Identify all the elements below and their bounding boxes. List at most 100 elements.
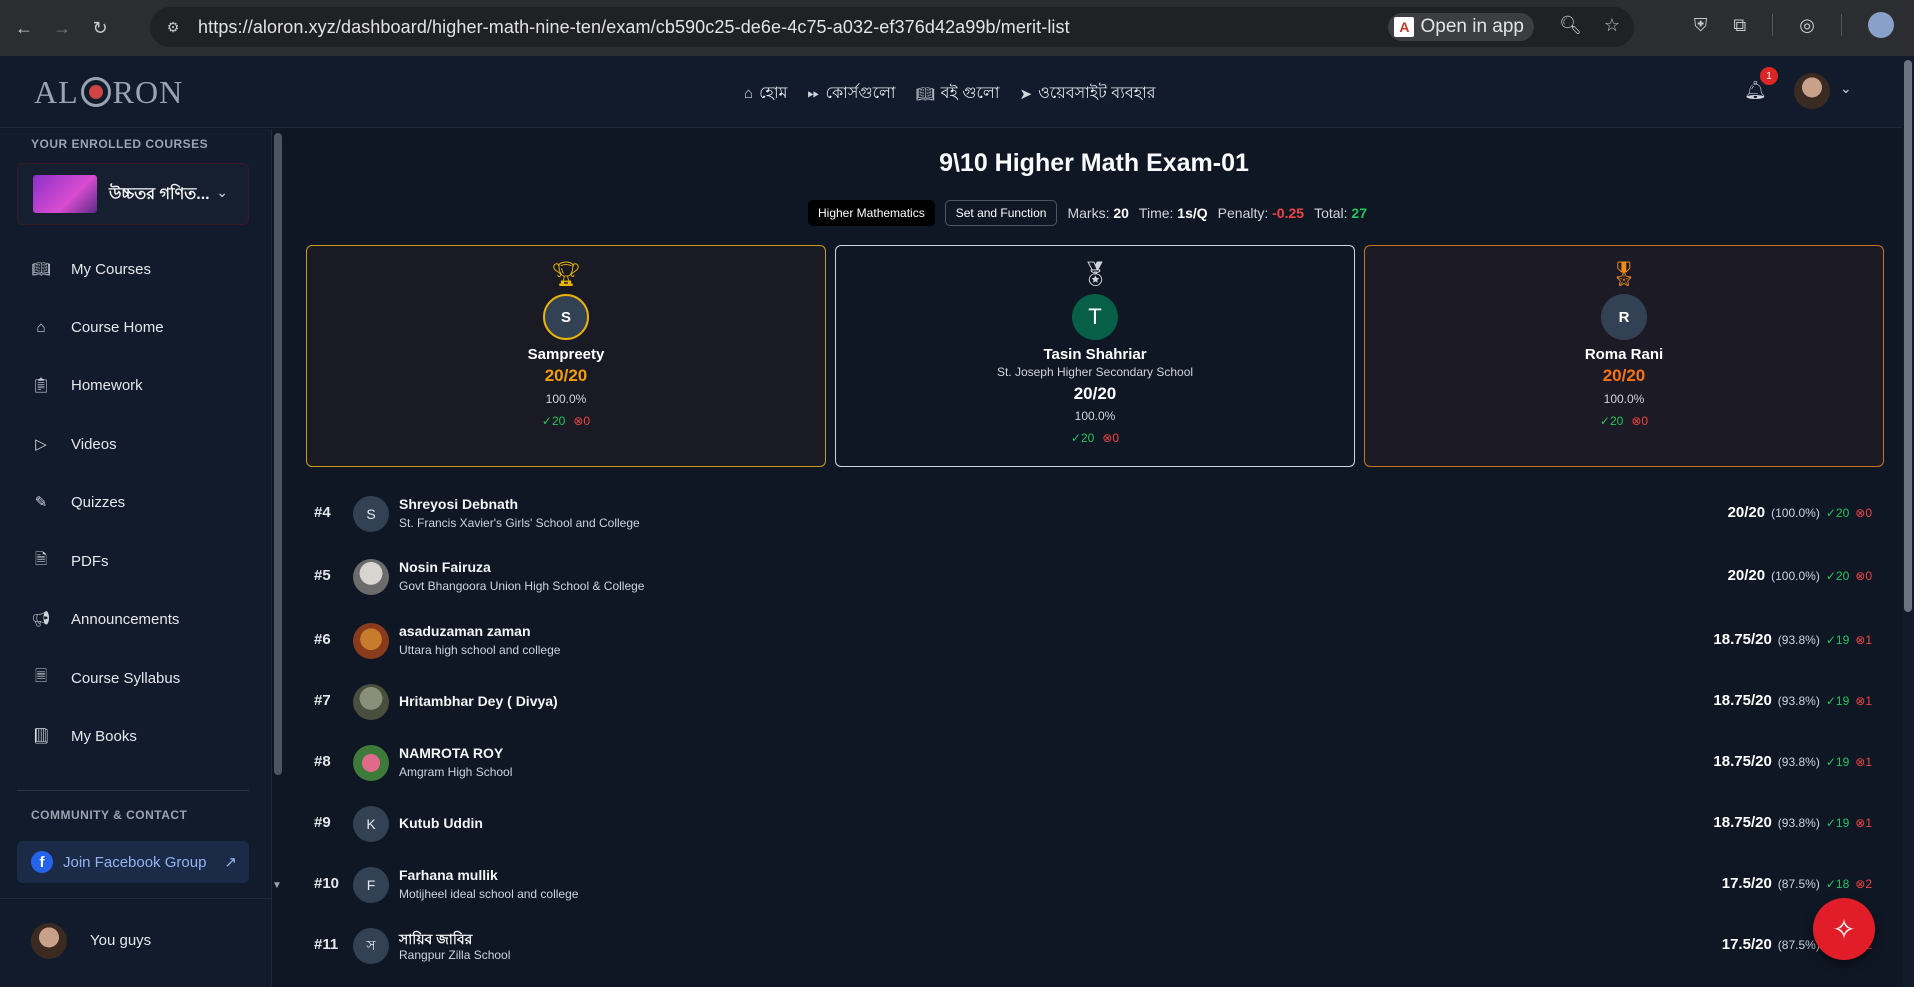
merit-row[interactable]: #7 Hritambhar Dey ( Divya) 18.75/20 (93.8… [306, 672, 1882, 732]
page-scrollbar[interactable] [1904, 60, 1912, 612]
chevron-down-icon: ⌄ [216, 184, 228, 200]
nav-books[interactable]: 📖︎ বই গুলো [916, 80, 1000, 107]
extensions-icon[interactable]: ⧉ [1733, 15, 1746, 36]
sidebar-item-my-courses[interactable]: 📖︎ My Courses [31, 257, 151, 281]
sidebar-item-homework[interactable]: 📋︎ Homework [31, 373, 142, 397]
ai-assistant-button[interactable]: ✧ [1813, 898, 1875, 960]
podium-avatar: T [1072, 294, 1118, 340]
rank: #11 [314, 936, 339, 953]
zoom-icon[interactable]: 🔍︎ [1559, 15, 1582, 36]
marks-info: Marks: 20 [1067, 205, 1129, 221]
student-school: Amgram High School [399, 765, 513, 779]
student-name: Nosin Fairuza [399, 559, 491, 575]
sidebar-item-my-books[interactable]: 📕︎ My Books [31, 724, 137, 748]
megaphone-icon: 📢︎ [31, 611, 51, 628]
row-score: 18.75/20 (93.8%) ✓19 ⊗1 [1713, 814, 1872, 831]
chevron-down-icon[interactable]: ⌄ [1840, 80, 1852, 97]
shield-extension-icon[interactable]: ⛨ [1694, 15, 1708, 36]
student-school: St. Francis Xavier's Girls' School and C… [399, 516, 640, 530]
nav-home[interactable]: ⌂ হোম [744, 80, 787, 107]
url-text[interactable]: https://aloron.xyz/dashboard/higher-math… [198, 17, 1070, 38]
avatar [353, 623, 389, 659]
row-score: 18.75/20 (93.8%) ✓19 ⊗1 [1713, 753, 1872, 770]
sidebar-item-course-syllabus[interactable]: 🗏 Course Syllabus [31, 666, 180, 690]
aloron-logo[interactable]: AL RON [34, 74, 183, 110]
rank: #8 [314, 753, 331, 770]
forward-icon[interactable]: → [48, 14, 76, 42]
avatar [353, 559, 389, 595]
address-bar[interactable]: ⚙ https://aloron.xyz/dashboard/higher-ma… [150, 7, 1634, 47]
sidebar-item-label: My Courses [71, 260, 152, 278]
rank: #5 [314, 567, 331, 584]
podium-percentage: 100.0% [1603, 392, 1645, 406]
merit-row[interactable]: #11 স সায়িব জাবির Rangpur Zilla School … [306, 916, 1882, 976]
podium-avatar: S [543, 294, 589, 340]
exam-title: 9\10 Higher Math Exam-01 [939, 149, 1249, 177]
book-icon: 📖︎ [915, 85, 935, 103]
join-facebook-group-button[interactable]: f Join Facebook Group ↗ [17, 841, 249, 883]
user-avatar[interactable] [1794, 73, 1830, 109]
student-name: Kutub Uddin [399, 815, 483, 831]
toolbar-divider [1841, 14, 1842, 36]
podium-name: Sampreety [527, 346, 605, 363]
merit-row[interactable]: #6 asaduzaman zaman Uttara high school a… [306, 611, 1882, 671]
student-name: NAMROTA ROY [399, 745, 504, 761]
community-title: COMMUNITY & CONTACT [31, 808, 188, 822]
file-text-icon: 🗏 [34, 667, 48, 685]
student-name: Hritambhar Dey ( Divya) [399, 693, 558, 709]
sidebar-item-announcements[interactable]: 📢︎ Announcements [31, 607, 179, 631]
external-link-icon: ↗ [224, 854, 237, 871]
sparkle-icon: ✧ [1832, 913, 1856, 945]
browser-profile-avatar[interactable] [1868, 12, 1894, 38]
site-settings-icon[interactable]: ⚙ [162, 16, 184, 38]
nav-website-usage-label: ওয়েবসাইট ব্যবহার [1038, 85, 1156, 102]
open-in-app-button[interactable]: A Open in app [1388, 13, 1534, 41]
podium-first-place[interactable]: 🏆︎ S Sampreety 20/20 100.0% ✓20 ⊗0 [306, 245, 826, 467]
podium-third-place[interactable]: 🎖︎ R Roma Rani 20/20 100.0% ✓20 ⊗0 [1364, 245, 1884, 467]
scroll-down-arrow-icon[interactable]: ▼ [272, 880, 282, 891]
sidebar-footer: You guys [0, 898, 272, 987]
sidebar-item-label: Course Home [71, 318, 164, 336]
avatar: S [353, 496, 389, 532]
back-icon[interactable]: ← [10, 14, 38, 42]
podium-percentage: 100.0% [1074, 409, 1116, 423]
student-school: Govt Bhangoora Union High School & Colle… [399, 579, 645, 593]
nav-website-usage[interactable]: ➤ ওয়েবসাইট ব্যবহার [1019, 80, 1155, 107]
sidebar-item-course-home[interactable]: ⌂ Course Home [31, 315, 164, 339]
rank: #10 [314, 875, 340, 892]
merit-row[interactable]: #10 F Farhana mullik Motijheel ideal sch… [306, 855, 1882, 915]
podium-score: 20/20 [1602, 366, 1646, 385]
app-header: AL RON ⌂ হোম ⏩︎ কোর্সগুলো 📖︎ বই গুলো ➤ ওয… [0, 56, 1914, 128]
podium-school: St. Joseph Higher Secondary School [996, 365, 1194, 379]
podium-second-place[interactable]: 🏅︎ T Tasin Shahriar St. Joseph Higher Se… [835, 245, 1355, 467]
avatar: F [353, 867, 389, 903]
file-upload-icon: 🗎 [34, 550, 48, 568]
sidebar-item-videos[interactable]: ▷ Videos [31, 432, 116, 456]
reload-icon[interactable]: ↻ [86, 14, 114, 42]
sidebar-scrollbar[interactable] [274, 133, 282, 775]
rank: #4 [314, 504, 331, 521]
penalty-info: Penalty: -0.25 [1217, 205, 1305, 221]
merit-row[interactable]: #4 S Shreyosi Debnath St. Francis Xavier… [306, 484, 1882, 544]
nav-courses-label: কোর্সগুলো [825, 85, 896, 102]
sidebar-item-pdfs[interactable]: 🗎 PDFs [31, 549, 109, 573]
footer-avatar[interactable] [31, 923, 67, 959]
app-logo-icon: A [1394, 17, 1415, 37]
course-selector[interactable]: উচ্চতর গণিত... ⌄ [17, 163, 249, 225]
open-in-app-label: Open in app [1420, 16, 1524, 37]
merit-row[interactable]: #5 Nosin Fairuza Govt Bhangoora Union Hi… [306, 547, 1882, 607]
sidebar: YOUR ENROLLED COURSES উচ্চতর গণিত... ⌄ 📖… [0, 129, 272, 987]
nav-courses[interactable]: ⏩︎ কোর্সগুলো [807, 80, 895, 107]
footer-user-name[interactable]: You guys [90, 932, 151, 949]
merit-row[interactable]: #8 NAMROTA ROY Amgram High School 18.75/… [306, 733, 1882, 793]
course-thumbnail [33, 175, 97, 213]
merit-row[interactable]: #9 K Kutub Uddin 18.75/20 (93.8%) ✓19 ⊗1 [306, 794, 1882, 854]
podium-stats: ✓20 ⊗0 [836, 431, 1354, 445]
bookmark-star-icon[interactable]: ☆ [1604, 15, 1620, 36]
rank: #9 [314, 814, 331, 831]
subject-chip: Higher Mathematics [808, 200, 935, 226]
podium-name: Tasin Shahriar [1043, 346, 1147, 363]
sidebar-item-label: My Books [71, 727, 137, 745]
sidebar-item-quizzes[interactable]: ✎ Quizzes [31, 490, 125, 514]
screenshot-icon[interactable]: ◎ [1799, 15, 1815, 36]
